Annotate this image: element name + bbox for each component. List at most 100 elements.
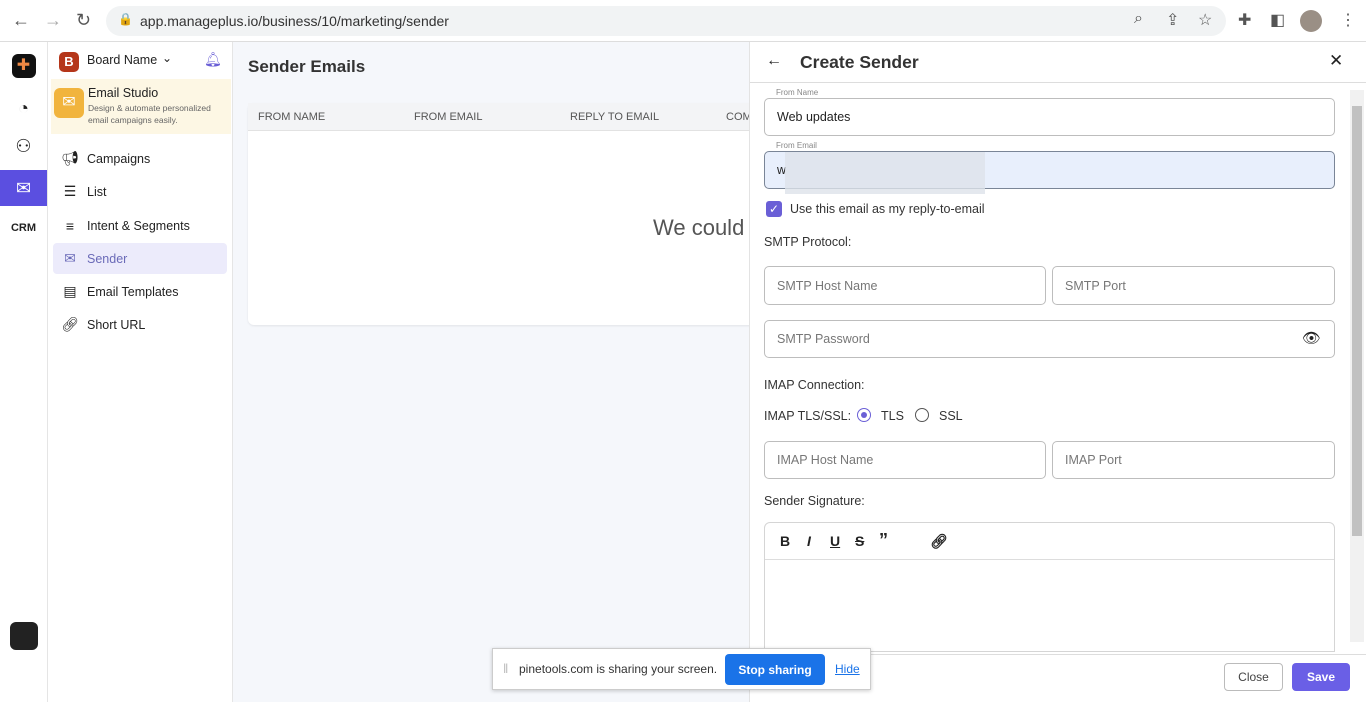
megaphone-icon: 📢︎ <box>61 150 79 166</box>
sidebar-item-short-url[interactable]: 🔗︎ Short URL <box>53 309 227 340</box>
column-header: COM <box>726 111 752 123</box>
menu-icon[interactable]: ⋮ <box>1340 10 1356 30</box>
sidebar: B Board Name ⌄ 🔔︎ ✉ Email Studio Design … <box>48 42 233 702</box>
segments-icon: ≡ <box>65 217 75 234</box>
column-header: FROM NAME <box>258 111 326 123</box>
url-text: app.manageplus.io/business/10/marketing/… <box>140 13 449 29</box>
signature-editor[interactable]: B I U S ” 🔗︎ <box>764 522 1335 652</box>
screen-share-bar: ‖ pinetools.com is sharing your screen. … <box>492 648 871 690</box>
bell-icon[interactable]: 🔔︎ <box>204 51 222 68</box>
imap-tls-label: IMAP TLS/SSL: <box>764 409 852 423</box>
imap-host-input[interactable]: IMAP Host Name <box>764 441 1046 479</box>
sidebar-item-email-templates[interactable]: ▤ Email Templates <box>53 276 227 307</box>
app-rail: ✚ ◔ ⚇ ✉ CRM <box>0 42 48 702</box>
close-button[interactable]: Close <box>1224 663 1283 691</box>
underline-icon[interactable]: U <box>830 533 840 549</box>
redaction-blur <box>785 152 985 194</box>
sidebar-item-label: Intent & Segments <box>87 218 190 233</box>
star-icon[interactable]: ☆ <box>1198 10 1212 30</box>
email-studio-icon[interactable]: ✉ <box>0 170 47 206</box>
bold-icon[interactable]: B <box>780 533 790 549</box>
signature-label: Sender Signature: <box>764 494 865 508</box>
link-icon[interactable]: 🔗︎ <box>930 533 948 550</box>
smtp-password-input[interactable]: SMTP Password <box>764 320 1335 358</box>
crm-icon[interactable]: CRM <box>0 210 47 246</box>
share-icon[interactable]: ⇪ <box>1166 10 1179 30</box>
lock-icon: 🔒 <box>118 12 133 26</box>
panel-scrollbar[interactable] <box>1350 90 1364 642</box>
imap-section-label: IMAP Connection: <box>764 378 865 392</box>
sidebar-item-list[interactable]: ☰ List <box>53 176 227 207</box>
from-name-label: From Name <box>773 88 822 97</box>
sidebar-item-intent-segments[interactable]: ≡ Intent & Segments <box>53 210 227 241</box>
studio-desc: Design & automate personalized <box>88 103 211 113</box>
reply-checkbox-label: Use this email as my reply-to-email <box>790 202 985 216</box>
app-logo-icon[interactable]: ✚ <box>0 48 47 84</box>
email-studio-icon: ✉ <box>54 88 84 118</box>
ssl-label: SSL <box>939 409 963 423</box>
table-header: FROM NAME FROM EMAIL REPLY TO EMAIL COM <box>248 103 768 131</box>
share-text: pinetools.com is sharing your screen. <box>519 662 718 676</box>
sidebar-item-label: Campaigns <box>87 151 151 166</box>
smtp-port-input[interactable]: SMTP Port <box>1052 266 1335 305</box>
page-title: Sender Emails <box>248 57 366 76</box>
dashboard-icon[interactable]: ◔ <box>0 90 47 126</box>
scrollbar-thumb[interactable] <box>1352 106 1362 536</box>
empty-state-text: We could <box>653 215 745 240</box>
panel-header: ← Create Sender ✕ <box>750 42 1366 83</box>
link-icon: 🔗︎ <box>61 316 79 332</box>
column-header: REPLY TO EMAIL <box>570 111 660 123</box>
save-button[interactable]: Save <box>1292 663 1350 691</box>
email-studio-card: ✉ Email Studio Design & automate persona… <box>51 79 231 134</box>
sender-icon: ✉ <box>64 250 76 266</box>
studio-title: Email Studio <box>88 86 159 100</box>
zoom-icon[interactable]: ⌕ <box>1134 10 1143 28</box>
italic-icon[interactable]: I <box>807 533 811 549</box>
drag-handle-icon[interactable]: ‖ <box>503 661 508 676</box>
strikethrough-icon[interactable]: S <box>855 533 864 549</box>
reply-checkbox[interactable]: ✓ <box>766 201 782 217</box>
profile-avatar[interactable] <box>1300 10 1322 32</box>
board-name[interactable]: Board Name <box>87 53 157 67</box>
network-icon[interactable]: ⚇ <box>0 128 47 164</box>
board-logo: B <box>59 52 79 72</box>
user-avatar[interactable] <box>0 618 47 654</box>
create-sender-panel: ← Create Sender ✕ Web updates From Name … <box>749 42 1366 702</box>
list-icon: ☰ <box>63 183 77 199</box>
smtp-section-label: SMTP Protocol: <box>764 235 852 249</box>
sidebar-item-label: List <box>87 184 107 199</box>
stop-sharing-button[interactable]: Stop sharing <box>725 654 825 685</box>
forward-icon[interactable]: → <box>44 10 62 31</box>
smtp-host-input[interactable]: SMTP Host Name <box>764 266 1046 305</box>
sidepanel-icon[interactable]: ◧ <box>1270 10 1285 30</box>
close-icon[interactable]: ✕ <box>1329 51 1343 71</box>
sidebar-item-label: Sender <box>87 251 128 266</box>
column-header: FROM EMAIL <box>414 111 483 123</box>
back-icon[interactable]: ← <box>12 10 30 31</box>
main-content: Sender Emails FROM NAME FROM EMAIL REPLY… <box>233 42 768 702</box>
template-icon: ▤ <box>63 283 77 299</box>
studio-desc-2: email campaigns easily. <box>88 115 178 125</box>
eye-icon[interactable]: 👁︎ <box>1302 329 1321 347</box>
chevron-down-icon[interactable]: ⌄ <box>162 51 172 65</box>
tls-radio[interactable] <box>857 408 871 422</box>
reload-icon[interactable]: ↻ <box>76 10 91 31</box>
extensions-icon[interactable]: ✚ <box>1238 10 1251 30</box>
sidebar-item-label: Email Templates <box>87 284 179 299</box>
ssl-radio[interactable] <box>915 408 929 422</box>
from-email-label: From Email <box>773 141 820 150</box>
tls-label: TLS <box>881 409 904 423</box>
imap-port-input[interactable]: IMAP Port <box>1052 441 1335 479</box>
sidebar-item-sender[interactable]: ✉ Sender <box>53 243 227 274</box>
panel-title: Create Sender <box>800 52 919 72</box>
from-email-input[interactable]: w <box>764 151 1335 194</box>
sidebar-item-campaigns[interactable]: 📢︎ Campaigns <box>53 143 227 174</box>
hide-link[interactable]: Hide <box>835 662 860 676</box>
back-arrow-icon[interactable]: ← <box>766 52 782 70</box>
address-bar[interactable]: 🔒 app.manageplus.io/business/10/marketin… <box>106 6 1226 36</box>
quote-icon[interactable]: ” <box>879 530 888 551</box>
sidebar-item-label: Short URL <box>87 317 146 332</box>
browser-toolbar: ← → ↻ 🔒 app.manageplus.io/business/10/ma… <box>0 0 1366 42</box>
editor-toolbar: B I U S ” 🔗︎ <box>765 523 1334 560</box>
from-name-input[interactable]: Web updates <box>764 98 1335 136</box>
